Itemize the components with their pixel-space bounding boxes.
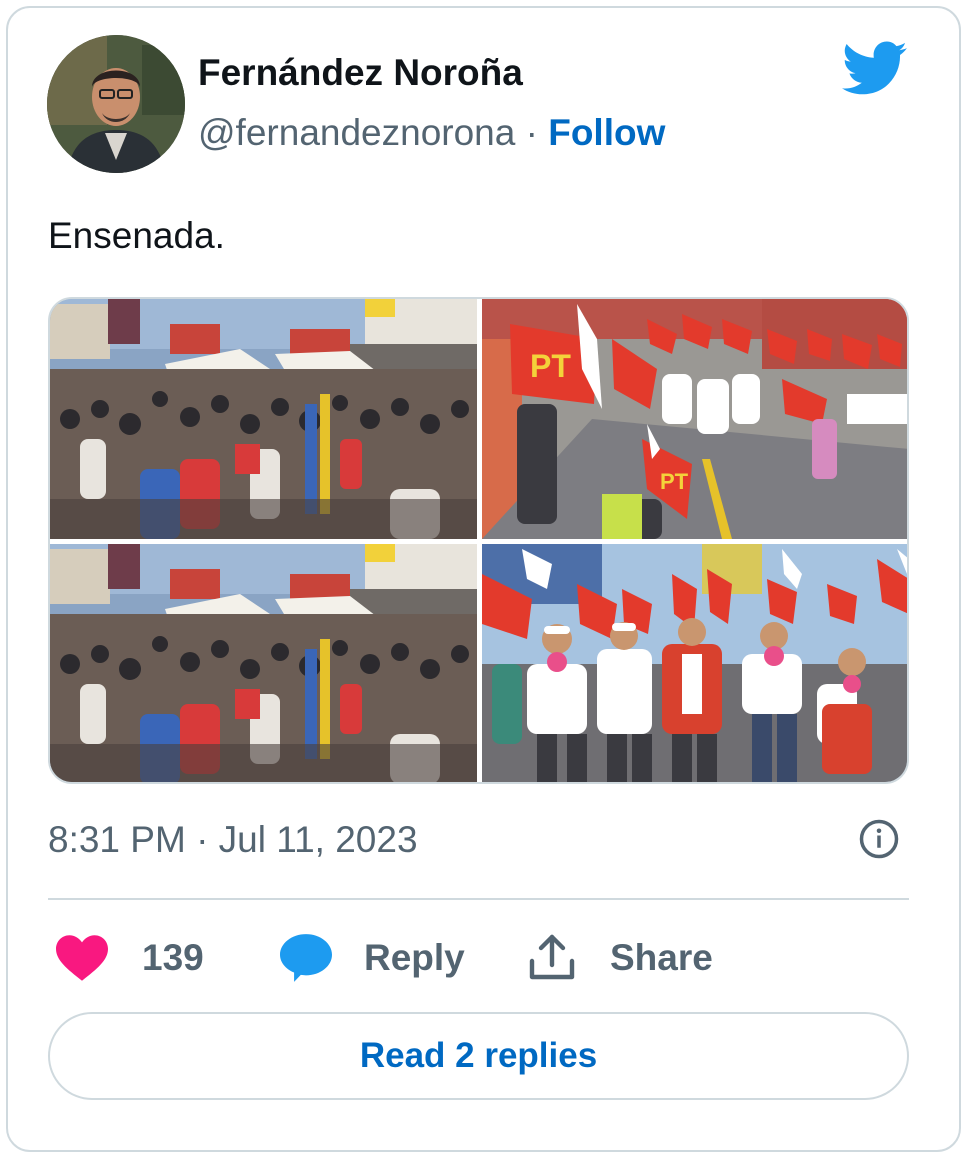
author-handle[interactable]: @fernandeznorona <box>198 112 515 153</box>
crowd-street-photo-duplicate[interactable] <box>50 544 477 782</box>
crowd-street-image <box>50 299 477 539</box>
avatar-image <box>47 35 185 173</box>
share-button[interactable]: Share <box>528 930 713 986</box>
share-upload-icon <box>529 934 575 980</box>
like-count: 139 <box>142 937 204 978</box>
reply-bubble-icon <box>280 934 332 982</box>
media-grid: PT PT <box>48 297 909 784</box>
author-name[interactable]: Fernández Noroña <box>198 52 523 94</box>
svg-text:PT: PT <box>660 469 689 494</box>
like-button[interactable]: 139 <box>56 930 204 986</box>
handle-separator: · <box>525 112 538 153</box>
reply-label: Reply <box>364 937 465 978</box>
leaders-march-photo[interactable] <box>482 544 907 782</box>
flag-march-photo[interactable]: PT PT <box>482 299 907 539</box>
avatar[interactable] <box>47 35 185 173</box>
read-replies-button[interactable]: Read 2 replies <box>48 1012 909 1100</box>
author-handle-row: @fernandeznorona · Follow <box>198 112 665 154</box>
flag-march-image: PT PT <box>482 299 907 539</box>
tweet-text: Ensenada. <box>48 215 225 256</box>
leaders-march-image <box>482 544 907 782</box>
crowd-street-image-duplicate <box>50 544 477 782</box>
divider <box>48 898 909 900</box>
share-label: Share <box>610 937 713 978</box>
reply-button[interactable]: Reply <box>280 930 465 986</box>
follow-button[interactable]: Follow <box>548 112 665 153</box>
flag-label: PT <box>530 348 571 384</box>
twitter-bird-icon[interactable] <box>842 40 908 98</box>
crowd-street-photo[interactable] <box>50 299 477 539</box>
heart-icon <box>56 935 108 981</box>
tweet-timestamp[interactable]: 8:31 PM · Jul 11, 2023 <box>48 819 418 861</box>
info-icon[interactable] <box>858 818 900 860</box>
